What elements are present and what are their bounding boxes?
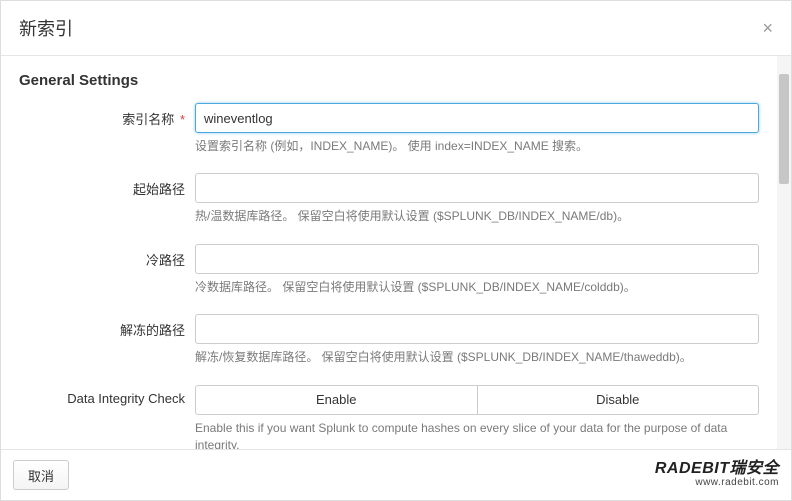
help-home-path: 热/温数据库路径。 保留空白将使用默认设置 ($SPLUNK_DB/INDEX_…: [195, 208, 759, 225]
label-home-path: 起始路径: [19, 173, 195, 198]
cancel-button[interactable]: 取消: [13, 460, 69, 490]
help-data-integrity: Enable this if you want Splunk to comput…: [195, 420, 759, 449]
modal-header: 新索引 ×: [1, 1, 791, 56]
modal-body: General Settings 索引名称 * 设置索引名称 (例如，INDEX…: [1, 56, 777, 449]
label-thawed-path: 解冻的路径: [19, 314, 195, 339]
index-name-input[interactable]: [195, 103, 759, 133]
label-data-integrity: Data Integrity Check: [19, 385, 195, 406]
data-integrity-toggle: Enable Disable: [195, 385, 759, 415]
field-index-name: 设置索引名称 (例如，INDEX_NAME)。 使用 index=INDEX_N…: [195, 103, 759, 155]
cold-path-input[interactable]: [195, 244, 759, 274]
help-thawed-path: 解冻/恢复数据库路径。 保留空白将使用默认设置 ($SPLUNK_DB/INDE…: [195, 349, 759, 366]
scrollbar[interactable]: [777, 56, 791, 449]
enable-button[interactable]: Enable: [195, 385, 478, 415]
watermark-brand: RADEBIT瑞安全: [655, 461, 779, 478]
modal-body-wrapper: General Settings 索引名称 * 设置索引名称 (例如，INDEX…: [1, 56, 791, 449]
label-cold-path: 冷路径: [19, 244, 195, 269]
watermark-url: www.radebit.com: [655, 478, 779, 489]
close-icon[interactable]: ×: [762, 19, 773, 37]
row-home-path: 起始路径 热/温数据库路径。 保留空白将使用默认设置 ($SPLUNK_DB/I…: [19, 173, 759, 225]
new-index-modal: 新索引 × General Settings 索引名称 * 设置索引名称 (例如…: [0, 0, 792, 501]
disable-button[interactable]: Disable: [478, 385, 760, 415]
field-thawed-path: 解冻/恢复数据库路径。 保留空白将使用默认设置 ($SPLUNK_DB/INDE…: [195, 314, 759, 366]
scrollbar-thumb[interactable]: [779, 74, 789, 184]
row-data-integrity: Data Integrity Check Enable Disable Enab…: [19, 385, 759, 449]
field-home-path: 热/温数据库路径。 保留空白将使用默认设置 ($SPLUNK_DB/INDEX_…: [195, 173, 759, 225]
field-cold-path: 冷数据库路径。 保留空白将使用默认设置 ($SPLUNK_DB/INDEX_NA…: [195, 244, 759, 296]
section-title: General Settings: [19, 72, 759, 89]
thawed-path-input[interactable]: [195, 314, 759, 344]
watermark: RADEBIT瑞安全 www.radebit.com: [655, 461, 779, 488]
label-index-name: 索引名称 *: [19, 103, 195, 128]
label-text: 索引名称: [122, 112, 174, 127]
row-thawed-path: 解冻的路径 解冻/恢复数据库路径。 保留空白将使用默认设置 ($SPLUNK_D…: [19, 314, 759, 366]
help-cold-path: 冷数据库路径。 保留空白将使用默认设置 ($SPLUNK_DB/INDEX_NA…: [195, 279, 759, 296]
help-index-name: 设置索引名称 (例如，INDEX_NAME)。 使用 index=INDEX_N…: [195, 138, 759, 155]
row-cold-path: 冷路径 冷数据库路径。 保留空白将使用默认设置 ($SPLUNK_DB/INDE…: [19, 244, 759, 296]
row-index-name: 索引名称 * 设置索引名称 (例如，INDEX_NAME)。 使用 index=…: [19, 103, 759, 155]
field-data-integrity: Enable Disable Enable this if you want S…: [195, 385, 759, 449]
modal-footer: 取消 RADEBIT瑞安全 www.radebit.com: [1, 449, 791, 500]
home-path-input[interactable]: [195, 173, 759, 203]
required-mark-icon: *: [180, 112, 185, 127]
modal-title: 新索引: [19, 15, 73, 41]
